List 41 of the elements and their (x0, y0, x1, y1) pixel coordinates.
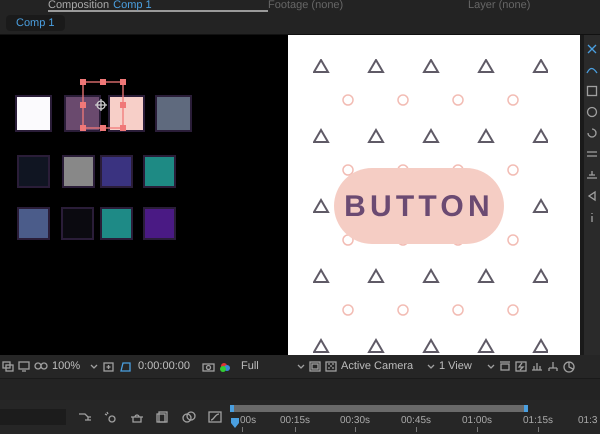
ruler-label: 00:30s (340, 415, 370, 426)
caret-icon[interactable] (90, 364, 98, 369)
graph-editor-icon[interactable] (208, 411, 222, 423)
ruler-label: 00:15s (280, 415, 310, 426)
frame-icon[interactable] (499, 361, 511, 372)
resolution-dropdown[interactable]: Full (241, 358, 305, 375)
camera-dropdown[interactable]: Active Camera (341, 358, 435, 375)
region-icon[interactable] (309, 361, 321, 372)
handle-outline (78, 77, 128, 133)
pill-button-graphic: BUTTON (334, 168, 504, 244)
stack-icon[interactable] (586, 169, 598, 181)
square-icon[interactable] (586, 85, 598, 97)
flowchart-icon[interactable] (78, 411, 92, 423)
checkerboard-icon[interactable] (325, 361, 337, 372)
ruler-label: 01:3 (578, 415, 598, 426)
ruler-label: 00s (240, 415, 256, 426)
view-layout-dropdown[interactable]: 1 View (439, 358, 495, 375)
hierarchy-icon[interactable] (547, 361, 559, 372)
ruler-label: 00:45s (401, 415, 432, 426)
ruler-label: 01:00s (462, 415, 492, 426)
circle-icon[interactable] (586, 106, 598, 118)
comp-chip[interactable]: Comp 1 (6, 15, 65, 31)
triangle-icon[interactable] (586, 190, 598, 202)
layers-icon[interactable] (2, 361, 14, 372)
zoom-dropdown[interactable]: 100% (52, 358, 98, 375)
caret-icon[interactable] (297, 364, 305, 369)
timecode[interactable]: 0:00:00:00 (138, 358, 198, 375)
chart-icon[interactable] (531, 361, 543, 372)
color-channels-icon[interactable] (219, 360, 231, 372)
camera-icon[interactable] (202, 361, 215, 372)
monitor-icon[interactable] (18, 361, 30, 372)
caret-icon[interactable] (427, 364, 435, 369)
sparkle-icon[interactable] (104, 411, 118, 423)
grid-icon[interactable] (102, 360, 115, 372)
caret-icon[interactable] (487, 364, 495, 369)
x-icon[interactable] (586, 43, 598, 55)
frames-icon[interactable] (156, 411, 170, 423)
panel-tab[interactable]: Composition Comp 1 (48, 0, 268, 12)
playhead-icon[interactable] (230, 417, 240, 429)
lightning-icon[interactable] (515, 361, 527, 372)
ruler-label: 01:15s (523, 415, 554, 426)
